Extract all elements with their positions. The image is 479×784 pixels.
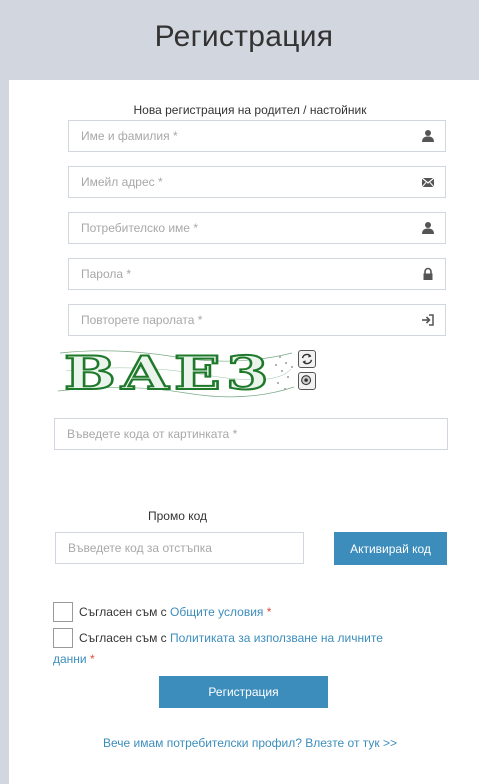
promo-code-label: Промо код	[148, 509, 208, 523]
email-input[interactable]	[69, 167, 445, 197]
terms-agreement-text: Съгласен съм с Общите условия *	[79, 605, 271, 619]
register-button[interactable]: Регистрация	[159, 676, 328, 708]
form-subtitle: Нова регистрация на родител / настойник	[133, 103, 367, 117]
captcha-field-wrap	[54, 418, 448, 450]
captcha-input[interactable]	[55, 419, 447, 449]
privacy-link[interactable]: Политиката за използване на личните	[170, 631, 383, 645]
envelope-icon	[421, 177, 435, 188]
privacy-agreement-text-cont: данни *	[53, 652, 95, 666]
login-link[interactable]: Вече имам потребителски профил? Влезте о…	[0, 736, 479, 750]
terms-link[interactable]: Общите условия	[170, 605, 263, 619]
refresh-icon	[301, 353, 313, 365]
terms-checkbox[interactable]	[53, 602, 73, 622]
privacy-link-cont[interactable]: данни	[53, 652, 87, 666]
required-mark: *	[89, 652, 95, 666]
lock-icon	[423, 267, 433, 280]
full-name-input[interactable]	[69, 121, 445, 151]
terms-prefix: Съгласен съм с	[79, 605, 171, 619]
log-in-icon	[422, 314, 434, 326]
repeat-password-field-wrap	[68, 304, 446, 336]
promo-code-field-wrap	[55, 532, 304, 564]
activate-code-button[interactable]: Активирай код	[334, 532, 447, 565]
speaker-icon	[301, 375, 312, 386]
privacy-agreement-text: Съгласен съм с Политиката за използване …	[79, 631, 383, 645]
repeat-password-input[interactable]	[69, 305, 445, 335]
privacy-checkbox[interactable]	[53, 628, 73, 648]
captcha-refresh-button[interactable]	[298, 350, 316, 368]
page-header: Регистрация	[9, 0, 479, 80]
left-panel-strip	[0, 0, 9, 784]
privacy-prefix: Съгласен съм с	[79, 631, 171, 645]
required-mark: *	[266, 605, 272, 619]
captcha-text: BAE3	[64, 346, 274, 399]
user-icon	[422, 222, 434, 234]
email-field-wrap	[68, 166, 446, 198]
password-field-wrap	[68, 258, 446, 290]
user-icon	[422, 130, 434, 142]
full-name-field-wrap	[68, 120, 446, 152]
password-input[interactable]	[69, 259, 445, 289]
captcha-image: BAE3	[56, 343, 296, 399]
username-field-wrap	[68, 212, 446, 244]
page-title: Регистрация	[154, 20, 334, 53]
captcha-audio-button[interactable]	[298, 372, 316, 390]
promo-code-input[interactable]	[56, 533, 303, 563]
username-input[interactable]	[69, 213, 445, 243]
